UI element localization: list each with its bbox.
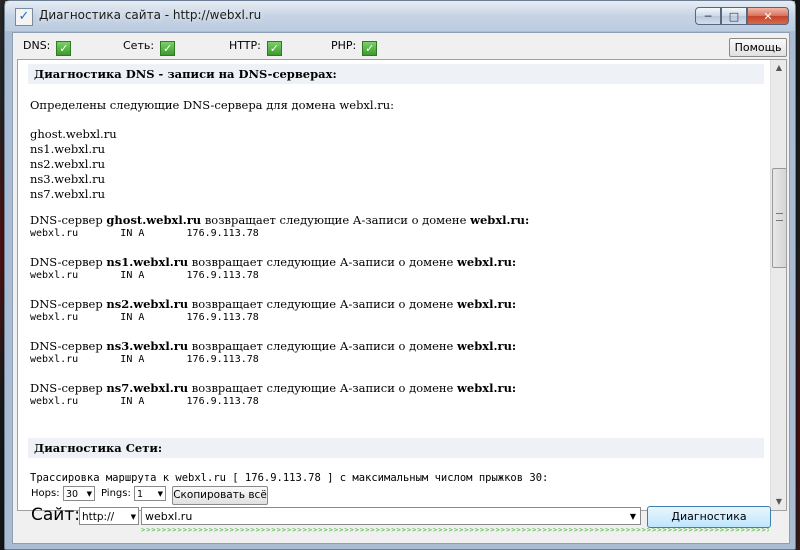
record-heading: DNS-сервер ghost.webxl.ru возвращает сле… [30, 213, 530, 227]
record-row: webxl.ru IN A 176.9.113.78 [30, 270, 259, 281]
record-heading: DNS-сервер ns2.webxl.ru возвращает следу… [30, 297, 517, 311]
hops-label: Hops: [31, 488, 60, 499]
status-label: Сеть: [123, 39, 155, 52]
report-pane[interactable]: Диагностика DNS - записи на DNS-серверах… [17, 59, 787, 511]
server-item: ns7.webxl.ru [30, 187, 106, 201]
title-bar[interactable]: ✓ Диагностика сайта - http://webxl.ru ─ … [5, 1, 795, 31]
window-title: Диагностика сайта - http://webxl.ru [39, 8, 262, 22]
client-area: DNS: ✓ Сеть: ✓ HTTP: ✓ PHP: ✓ Помощь Диагнос… [12, 32, 790, 544]
report-document: Диагностика DNS - записи на DNS-серверах… [18, 60, 770, 510]
status-label: HTTP: [229, 39, 261, 52]
diagnose-button[interactable]: Диагностика [647, 506, 771, 528]
record-row: webxl.ru IN A 176.9.113.78 [30, 396, 259, 407]
hops-value: 30 [66, 489, 79, 500]
scroll-thumb[interactable] [772, 168, 786, 268]
scroll-down-icon[interactable]: ▼ [771, 494, 786, 510]
progress-indicator: >>>>>>>>>>>>>>>>>>>>>>>>>>>>>>>>>>>>>>>>… [141, 526, 769, 534]
status-label: PHP: [331, 39, 357, 52]
app-check-icon: ✓ [15, 8, 33, 26]
vertical-scrollbar[interactable]: ▲ ▼ [770, 60, 786, 510]
pings-label: Pings: [101, 488, 131, 499]
site-label: Сайт: [31, 505, 80, 525]
dns-intro: Определены следующие DNS-сервера для дом… [30, 98, 395, 112]
server-item: ghost.webxl.ru [30, 127, 117, 141]
status-dns: DNS: ✓ [23, 39, 72, 56]
url-value: webxl.ru [145, 510, 193, 523]
status-row: DNS: ✓ Сеть: ✓ HTTP: ✓ PHP: ✓ Помощь [13, 33, 789, 59]
http-check-icon: ✓ [266, 41, 282, 56]
server-item: ns3.webxl.ru [30, 172, 106, 186]
copy-all-button[interactable]: Скопировать всё [172, 486, 268, 505]
record-heading: DNS-сервер ns1.webxl.ru возвращает следу… [30, 255, 517, 269]
server-item: ns1.webxl.ru [30, 142, 106, 156]
dns-section-header: Диагностика DNS - записи на DNS-серверах… [28, 64, 764, 84]
record-heading: DNS-сервер ns7.webxl.ru возвращает следу… [30, 381, 517, 395]
status-php: PHP: ✓ [331, 39, 378, 56]
chevron-down-icon: ▼ [157, 490, 163, 498]
help-button[interactable]: Помощь [729, 38, 787, 57]
status-label: DNS: [23, 39, 51, 52]
pings-select[interactable]: 1 ▼ [134, 486, 166, 501]
chevron-down-icon[interactable]: ▼ [630, 508, 636, 526]
chevron-down-icon: ▼ [86, 490, 92, 498]
record-row: webxl.ru IN A 176.9.113.78 [30, 354, 259, 365]
minimize-button[interactable]: ─ [695, 7, 721, 25]
trace-line: Трассировка маршрута к webxl.ru [ 176.9.… [30, 472, 549, 484]
hops-select[interactable]: 30 ▼ [63, 486, 95, 501]
record-row: webxl.ru IN A 176.9.113.78 [30, 228, 259, 239]
protocol-select[interactable]: http:// ▼ [79, 507, 139, 525]
chevron-down-icon: ▼ [130, 513, 136, 521]
scroll-up-icon[interactable]: ▲ [771, 60, 786, 76]
server-item: ns2.webxl.ru [30, 157, 106, 171]
status-net: Сеть: ✓ [123, 39, 176, 56]
dns-check-icon: ✓ [56, 41, 72, 56]
record-row: webxl.ru IN A 176.9.113.78 [30, 312, 259, 323]
net-check-icon: ✓ [160, 41, 176, 56]
php-check-icon: ✓ [362, 41, 378, 56]
net-section-header: Диагностика Сети: [28, 438, 764, 458]
maximize-button[interactable]: □ [721, 7, 747, 25]
record-heading: DNS-сервер ns3.webxl.ru возвращает следу… [30, 339, 517, 353]
url-input[interactable]: webxl.ru ▼ [141, 507, 641, 525]
grip-icon [776, 213, 783, 221]
status-http: HTTP: ✓ [229, 39, 282, 56]
app-window: ✓ Диагностика сайта - http://webxl.ru ─ … [4, 0, 796, 550]
pings-value: 1 [137, 489, 144, 500]
close-button[interactable]: ✕ [747, 7, 789, 25]
protocol-value: http:// [82, 511, 115, 523]
